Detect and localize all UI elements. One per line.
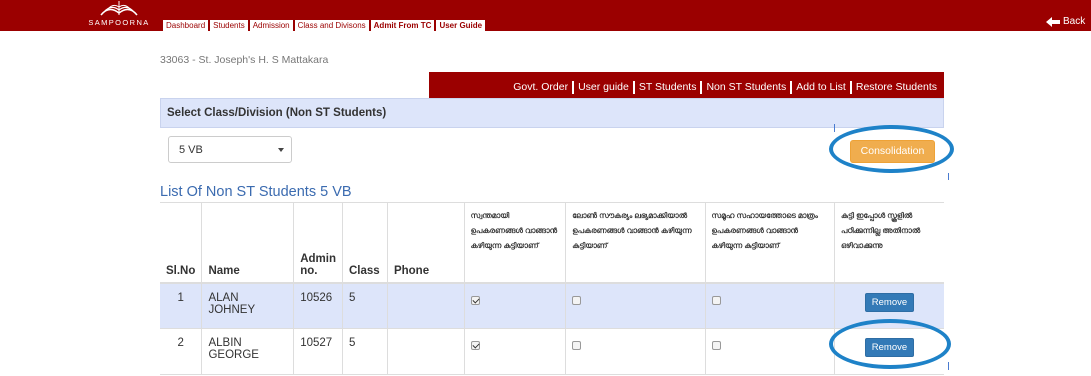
divider-tick	[948, 173, 949, 180]
cell-admin-no: 10526	[293, 282, 343, 329]
col-header-name: Name	[201, 202, 294, 284]
cell-community-device	[704, 282, 835, 329]
col-header-slno: Sl.No	[160, 202, 202, 284]
col-header-class: Class	[341, 202, 388, 284]
selected-class-value: 5 VB	[179, 144, 203, 156]
top-navbar: SAMPOORNA Dashboard Students Admission C…	[0, 0, 1091, 31]
tab-non-st-students[interactable]: Non ST Students	[700, 81, 790, 94]
consolidation-button[interactable]: Consolidation	[850, 140, 935, 163]
cell-name: ALBIN GEORGE	[201, 328, 294, 375]
cell-class: 5	[341, 328, 388, 375]
arrow-left-icon	[1046, 16, 1060, 27]
nav-admission[interactable]: Admission	[249, 20, 293, 31]
brand-name: SAMPOORNA	[88, 18, 150, 27]
cell-loan-device	[565, 328, 706, 375]
table-row: 2 ALBIN GEORGE 10527 5 Remove	[160, 328, 944, 375]
loan-device-checkbox[interactable]	[572, 295, 582, 305]
remove-button[interactable]: Remove	[864, 292, 915, 312]
back-link[interactable]: Back	[1046, 16, 1085, 27]
action-tab-bar: Govt. Order User guide ST Students Non S…	[429, 72, 944, 98]
col-header-phone: Phone	[386, 202, 465, 284]
nav-students[interactable]: Students	[210, 20, 248, 31]
cell-action: Remove	[833, 328, 944, 375]
own-device-checkbox[interactable]	[470, 295, 480, 305]
cell-loan-device	[565, 282, 706, 329]
table-row: 1 ALAN JOHNEY 10526 5 Remove	[160, 282, 944, 329]
tab-govt-order[interactable]: Govt. Order	[509, 81, 572, 94]
cell-slno: 1	[160, 282, 202, 329]
col-header-admin-no: Admin no.	[293, 202, 343, 284]
nav-user-guide[interactable]: User Guide	[436, 20, 486, 31]
loan-device-checkbox[interactable]	[572, 341, 582, 350]
top-nav: Dashboard Students Admission Class and D…	[163, 20, 487, 31]
community-device-checkbox[interactable]	[711, 341, 721, 350]
cell-own-device	[463, 282, 566, 329]
class-division-select[interactable]: 5 VB	[168, 136, 292, 163]
caret-down-icon	[278, 148, 284, 152]
cell-phone	[386, 282, 465, 329]
col-header-own-device: സ്വന്തമായി ഉപകരണങ്ങൾ വാങ്ങാൻ കഴിയുന്ന കു…	[463, 202, 566, 284]
cell-own-device	[463, 328, 566, 375]
cell-phone	[386, 328, 465, 375]
cell-community-device	[704, 328, 835, 375]
tab-st-students[interactable]: ST Students	[632, 81, 701, 94]
own-device-checkbox[interactable]	[470, 341, 480, 350]
col-header-remove: കുട്ടി ഇപ്പോൾ സ്കൂളിൽ പഠിക്കുന്നില്ല അതി…	[833, 202, 944, 284]
panel-title: Select Class/Division (Non ST Students)	[167, 107, 387, 119]
nav-dashboard[interactable]: Dashboard	[163, 20, 209, 31]
panel-heading: Select Class/Division (Non ST Students)	[160, 98, 944, 128]
list-title: List Of Non ST Students 5 VB	[160, 184, 352, 200]
cell-class: 5	[341, 282, 388, 329]
cell-action: Remove	[833, 282, 944, 329]
col-header-community-device: സമൂഹ സഹായത്തോടെ മാത്രം ഉപകരണങ്ങൾ വാങ്ങാൻ…	[704, 202, 835, 284]
nav-admit-from-tc[interactable]: Admit From TC	[370, 20, 435, 31]
sampoorna-logo[interactable]: SAMPOORNA	[86, 1, 152, 30]
cell-name: ALAN JOHNEY	[201, 282, 294, 329]
tab-add-to-list[interactable]: Add to List	[790, 81, 850, 94]
community-device-checkbox[interactable]	[711, 295, 721, 305]
school-name: 33063 - St. Joseph's H. S Mattakara	[160, 54, 329, 66]
nav-class-and-divisions[interactable]: Class and Divisons	[294, 20, 369, 31]
tab-restore-students[interactable]: Restore Students	[849, 81, 941, 94]
remove-button[interactable]: Remove	[864, 338, 915, 357]
cell-admin-no: 10527	[293, 328, 343, 375]
divider-tick	[834, 124, 835, 132]
divider-tick	[948, 362, 949, 370]
tab-user-guide[interactable]: User guide	[572, 81, 633, 94]
logo-book-icon	[100, 1, 138, 16]
panel-body: 5 VB	[160, 128, 944, 176]
cell-slno: 2	[160, 328, 202, 375]
back-label: Back	[1063, 16, 1086, 27]
students-table: Sl.No Name Admin no. Class Phone സ്വന്തമ…	[160, 202, 944, 375]
col-header-loan-device: ലോൺ സൗകര്യം ലഭ്യമാക്കിയാൽ ഉപകരണങ്ങൾ വാങ്…	[565, 202, 706, 284]
